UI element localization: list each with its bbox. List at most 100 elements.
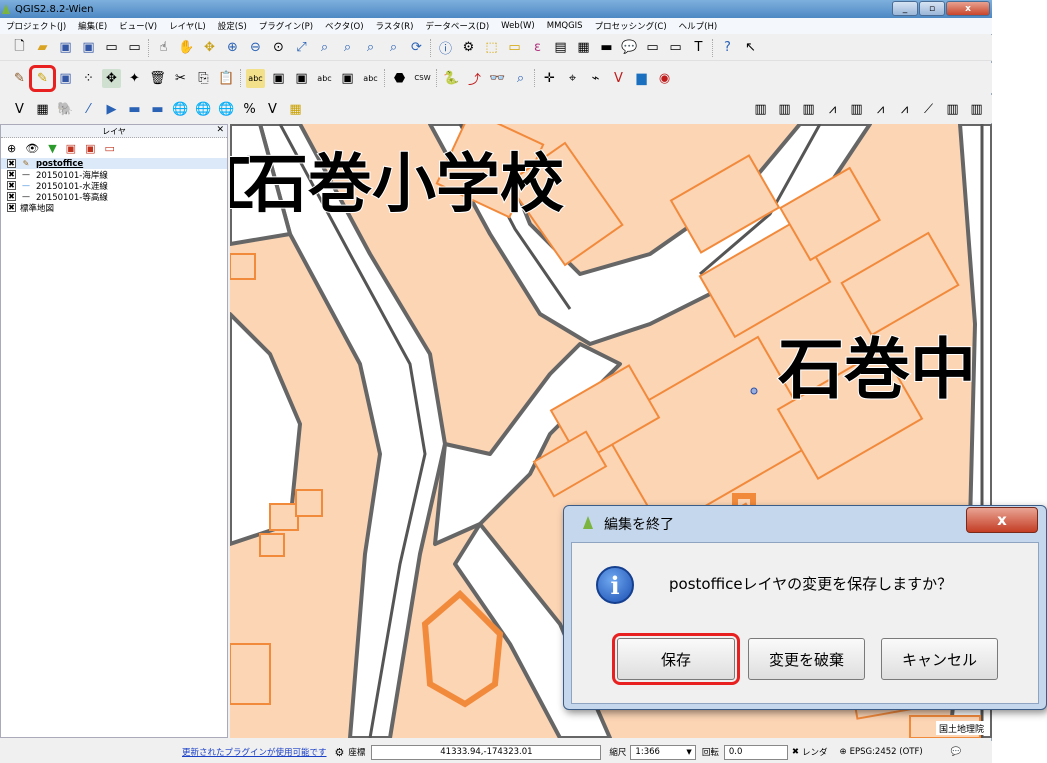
python-console-icon[interactable]: 🐍 [442,69,461,88]
road-graph-icon[interactable]: ⌁ [586,69,605,88]
expand-group-icon[interactable]: ▣ [66,142,76,155]
heatmap-icon[interactable]: ◉ [655,69,674,88]
layer-item-postoffice[interactable]: ✖ ✎ postoffice [1,158,227,169]
add-mssql-icon[interactable]: ▶ [102,100,121,119]
field-calculator-icon[interactable]: ε [528,38,547,57]
node-tool-icon[interactable]: ✦ [125,69,144,88]
layer-visibility-checkbox[interactable]: ✖ [7,192,16,201]
menu-project[interactable]: プロジェクト(J) [0,20,72,32]
add-vector-icon[interactable]: V [10,100,29,119]
menu-vector[interactable]: ベクタ(O) [319,20,369,32]
save-project-icon[interactable]: ▣ [56,38,75,57]
collapse-group-icon[interactable]: ▣ [85,142,95,155]
add-spatialite-icon[interactable]: ⁄ [79,100,98,119]
pan-touch-icon[interactable]: ☝ [154,38,173,57]
delete-selected-icon[interactable]: 🗑 [148,69,167,88]
zoom-layer-icon[interactable]: ⌕ [338,38,357,57]
current-edits-icon[interactable]: ✎ [10,69,29,88]
layer-visibility-checkbox[interactable]: ✖ [7,170,16,179]
toggle-editing-icon[interactable]: ✎ [29,64,56,92]
digitize-tool-3-icon[interactable]: ▥ [799,100,818,119]
zoom-last-icon[interactable]: ⌕ [361,38,380,57]
digitize-tool-4-icon[interactable]: ⩘ [823,100,842,119]
remove-layer-icon[interactable]: ▭ [104,142,114,155]
add-wfs-icon[interactable]: 🌐 [217,100,236,119]
digitize-tool-5-icon[interactable]: ▥ [847,100,866,119]
help-icon[interactable]: ? [718,38,737,57]
plugin-icon[interactable]: ⚙ [335,746,345,759]
zoom-full-icon[interactable]: ⤢ [292,38,311,57]
menu-mmqgis[interactable]: MMQGIS [541,21,589,31]
digitize-tool-1-icon[interactable]: ▥ [751,100,770,119]
add-delimited-text-icon[interactable]: % [240,100,259,119]
menu-raster[interactable]: ラスタ(R) [370,20,420,32]
manage-visibility-icon[interactable]: 👁 [25,142,39,155]
pin-labels-icon[interactable]: ▣ [269,69,288,88]
refresh-icon[interactable]: ⟳ [407,38,426,57]
plugin-icon[interactable]: ⬣ [390,69,409,88]
digitize-tool-7-icon[interactable]: ⩘ [895,100,914,119]
filter-legend-icon[interactable]: ▼ [48,142,56,155]
save-as-icon[interactable]: ▣ [79,38,98,57]
layer-item-contour[interactable]: ✖ — 20150101-等高線 [1,191,227,203]
add-postgis-icon[interactable]: 🐘 [56,100,75,119]
crs-status[interactable]: EPSG:2452 (OTF) [850,747,923,757]
measure-icon[interactable]: ▬ [597,38,616,57]
layer-item-standard-map[interactable]: ✖ 標準地図 [1,202,227,214]
digitize-tool-10-icon[interactable]: ▥ [967,100,986,119]
new-shapefile-icon[interactable]: V [263,100,282,119]
zoom-selection-icon[interactable]: ⌕ [315,38,334,57]
add-wms-icon[interactable]: 🌐 [171,100,190,119]
render-checkbox-icon[interactable]: ✖ [792,747,799,757]
zoom-out-icon[interactable]: ⊖ [246,38,265,57]
add-raster-icon[interactable]: ▦ [33,100,52,119]
cancel-button[interactable]: キャンセル [881,638,998,680]
paste-features-icon[interactable]: 📋 [217,69,236,88]
menu-layer[interactable]: レイヤ(L) [163,20,212,32]
menu-edit[interactable]: 編集(E) [72,20,113,32]
attribute-table-icon[interactable]: ▤ [551,38,570,57]
menu-database[interactable]: データベース(D) [419,20,495,32]
rotation-input[interactable]: 0.0 [723,744,788,760]
show-hide-labels-icon[interactable]: ▣ [292,69,311,88]
identify-icon[interactable]: ⓘ [436,38,455,57]
pan-to-selection-icon[interactable]: ✥ [200,38,219,57]
layer-item-waterline[interactable]: ✖ — 20150101-水涯線 [1,180,227,192]
georeferencer-icon[interactable]: ⤴ [465,69,484,88]
maximize-button[interactable]: ▫ [919,1,945,16]
menu-web[interactable]: Web(W) [495,21,541,31]
add-oracle-icon[interactable]: ▬ [125,100,144,119]
show-bookmarks-icon[interactable]: ▭ [666,38,685,57]
copy-features-icon[interactable]: ⎘ [194,69,213,88]
messages-icon[interactable]: 💬 [951,747,962,757]
virtual-layer-icon[interactable]: ▦ [286,100,305,119]
dialog-close-button[interactable]: x [966,507,1038,533]
binoculars-icon[interactable]: 👓 [488,69,507,88]
minimize-button[interactable]: _ [892,1,918,16]
vector-vpy-icon[interactable]: V [609,69,628,88]
discard-changes-button[interactable]: 変更を破棄 [748,638,865,680]
statistics-icon[interactable]: ▦ [574,38,593,57]
layer-visibility-checkbox[interactable]: ✖ [7,159,16,168]
map-tips-icon[interactable]: 💬 [620,38,639,57]
zoom-in-icon[interactable]: ⊕ [223,38,242,57]
digitize-tool-6-icon[interactable]: ⩘ [871,100,890,119]
add-wcs-icon[interactable]: 🌐 [194,100,213,119]
pan-map-icon[interactable]: ✋ [177,38,196,57]
plugin-update-link[interactable]: 更新されたプラグインが使用可能です [182,746,327,758]
open-project-icon[interactable]: ▰ [33,38,52,57]
select-features-icon[interactable]: ⬚ [482,38,501,57]
digitize-tool-2-icon[interactable]: ▥ [775,100,794,119]
change-label-icon[interactable]: abc [361,69,380,88]
menu-settings[interactable]: 設定(S) [212,20,253,32]
new-project-icon[interactable]: 🗋 [10,38,29,57]
zoom-native-icon[interactable]: ⊙ [269,38,288,57]
add-db2-icon[interactable]: ▬ [148,100,167,119]
deselect-icon[interactable]: ▭ [505,38,524,57]
csw-icon[interactable]: CSW [413,69,432,88]
digitize-tool-9-icon[interactable]: ▥ [943,100,962,119]
menu-processing[interactable]: プロセッシング(C) [589,20,673,32]
layer-item-coastline[interactable]: ✖ — 20150101-海岸線 [1,169,227,181]
add-feature-icon[interactable]: ⁘ [79,69,98,88]
zoom-next-icon[interactable]: ⌕ [384,38,403,57]
